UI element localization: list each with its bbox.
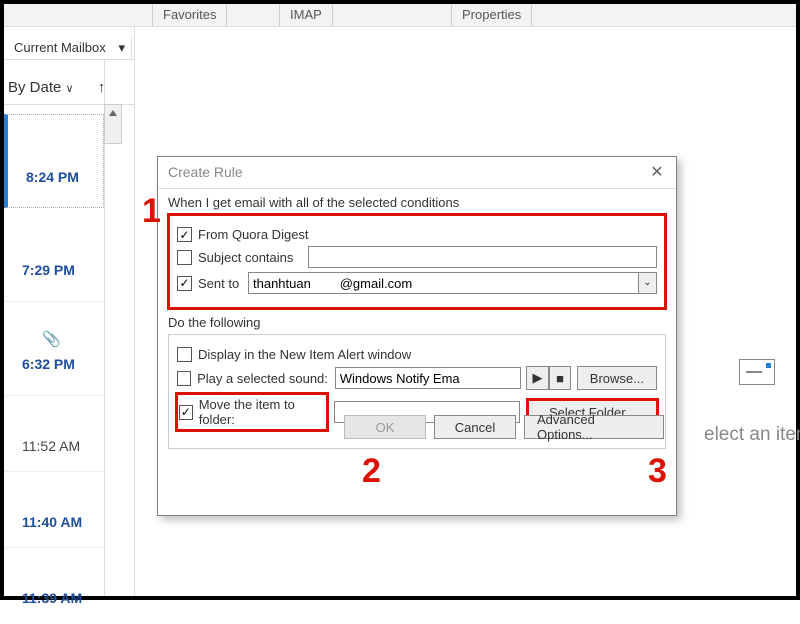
- chevron-down-icon: ∨: [66, 83, 74, 95]
- list-item[interactable]: 11:40 AM: [4, 472, 104, 548]
- message-time: 7:29 PM: [22, 262, 75, 278]
- actions-header: Do the following: [168, 315, 666, 330]
- cancel-button[interactable]: Cancel: [434, 415, 516, 439]
- annotation-2: 2: [362, 452, 381, 491]
- ok-button[interactable]: OK: [344, 415, 426, 439]
- sort-by-label: By Date: [8, 79, 61, 96]
- list-item[interactable]: 11:39 AM: [4, 548, 104, 624]
- search-scope-label: Current Mailbox: [14, 40, 106, 55]
- ribbon-group-properties[interactable]: Properties: [451, 4, 532, 26]
- ribbon: Favorites IMAP Properties: [4, 4, 796, 27]
- advanced-options-button[interactable]: Advanced Options...: [524, 415, 664, 439]
- search-scope-dropdown[interactable]: Current Mailbox ▾: [8, 37, 132, 59]
- sound-file-input[interactable]: [335, 367, 521, 389]
- message-time: 6:32 PM: [22, 356, 75, 372]
- from-label: From Quora Digest: [198, 227, 309, 242]
- list-item[interactable]: 11:52 AM: [4, 396, 104, 472]
- conditions-header: When I get email with all of the selecte…: [168, 195, 666, 210]
- dialog-titlebar: Create Rule ✕: [158, 157, 676, 189]
- annotation-3: 3: [648, 452, 667, 491]
- dialog-buttons: OK Cancel Advanced Options...: [158, 415, 676, 439]
- chevron-down-icon: ▾: [118, 40, 125, 56]
- sentto-checkbox[interactable]: ✓: [177, 276, 192, 291]
- list-item[interactable]: 7:29 PM: [4, 208, 104, 302]
- sentto-input[interactable]: [248, 272, 639, 294]
- sentto-label: Sent to: [198, 276, 248, 291]
- conditions-group: ✓ From Quora Digest Subject contains ✓ S…: [168, 214, 666, 309]
- browse-button[interactable]: Browse...: [577, 366, 657, 390]
- play-button[interactable]: ▶: [526, 366, 548, 390]
- list-item[interactable]: 8:24 PM: [4, 114, 104, 208]
- subject-checkbox[interactable]: [177, 250, 192, 265]
- list-item[interactable]: 📎 6:32 PM: [4, 302, 104, 396]
- display-alert-checkbox[interactable]: [177, 347, 192, 362]
- close-button[interactable]: ✕: [646, 162, 668, 184]
- message-time: 11:40 AM: [22, 514, 82, 530]
- annotation-1: 1: [142, 192, 161, 231]
- reading-pane-hint: elect an item to: [704, 424, 800, 446]
- message-time: 11:39 AM: [22, 590, 82, 606]
- dialog-title: Create Rule: [168, 164, 243, 180]
- ribbon-group-favorites[interactable]: Favorites: [152, 4, 227, 26]
- message-time: 11:52 AM: [22, 438, 80, 454]
- create-rule-dialog: Create Rule ✕ When I get email with all …: [157, 156, 677, 516]
- from-checkbox[interactable]: ✓: [177, 227, 192, 242]
- envelope-icon: [739, 359, 775, 385]
- sort-control[interactable]: By Date ∨ ↑: [8, 79, 105, 96]
- display-alert-label: Display in the New Item Alert window: [198, 347, 411, 362]
- ribbon-group-imap[interactable]: IMAP: [279, 4, 333, 26]
- subject-input[interactable]: [308, 246, 657, 268]
- paperclip-icon: 📎: [42, 330, 61, 348]
- stop-button[interactable]: ■: [549, 366, 571, 390]
- scrollbar-up[interactable]: [104, 104, 122, 144]
- subject-label: Subject contains: [198, 250, 308, 265]
- play-sound-label: Play a selected sound:: [197, 371, 335, 386]
- play-sound-checkbox[interactable]: [177, 371, 191, 386]
- message-time: 8:24 PM: [26, 169, 79, 185]
- message-list: 8:24 PM 7:29 PM 📎 6:32 PM 11:52 AM 11:40…: [4, 114, 104, 596]
- sentto-dropdown-button[interactable]: ⌄: [639, 272, 657, 294]
